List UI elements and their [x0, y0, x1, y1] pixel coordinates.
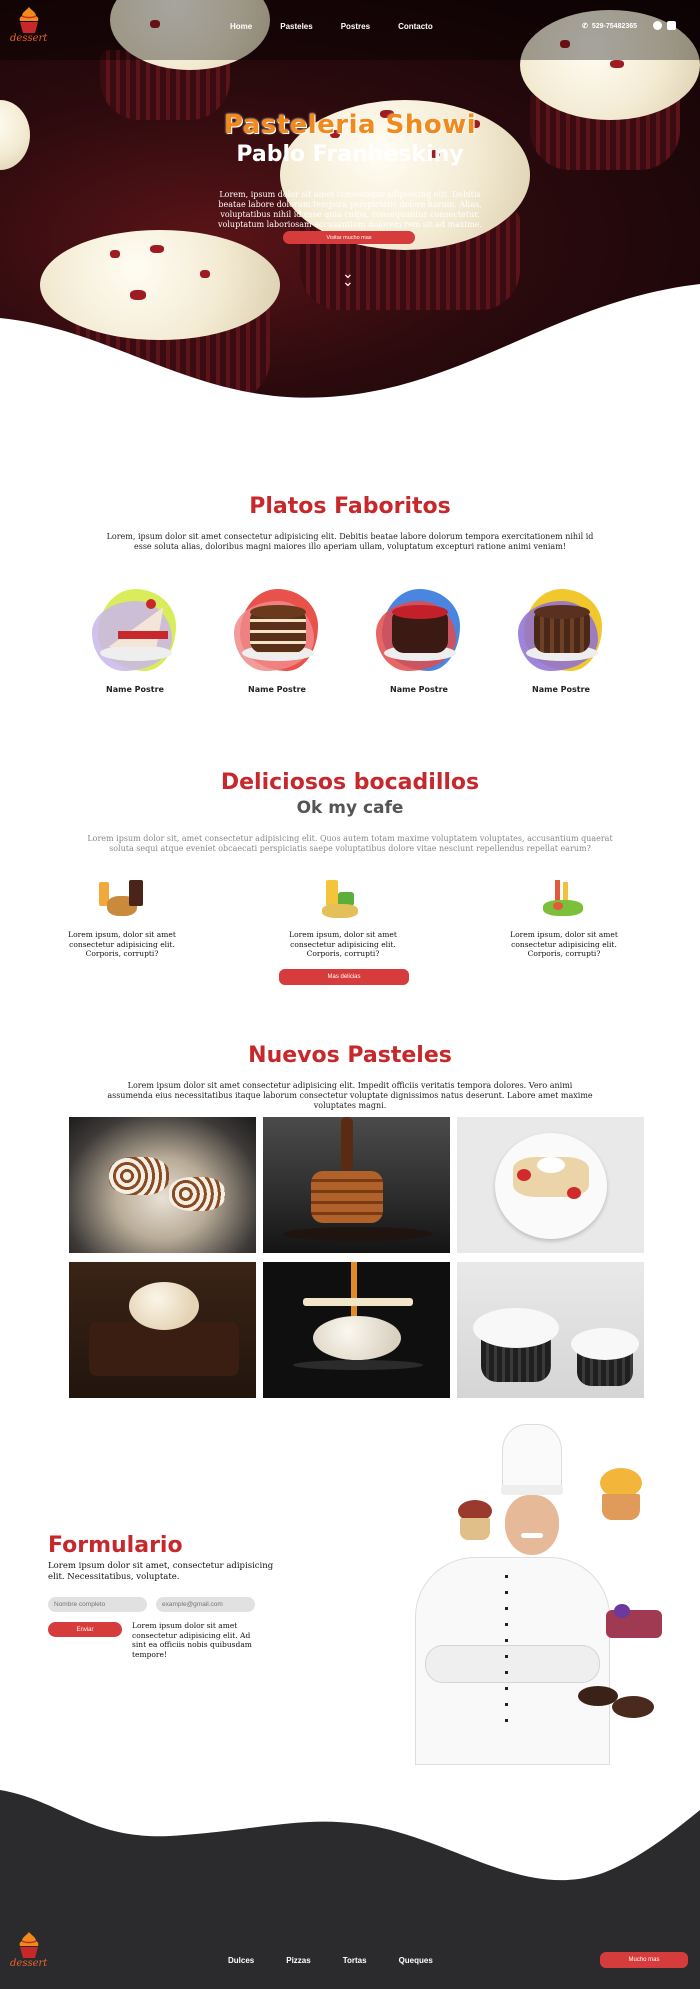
footer-link-dulces[interactable]: Dulces [228, 1956, 254, 1965]
gallery-image-brownie[interactable] [69, 1262, 256, 1398]
snack-item: Lorem ipsum, dolor sit amet consectetur … [494, 878, 634, 959]
fav-item-name: Name Postre [248, 685, 306, 694]
footer-link-pizzas[interactable]: Pizzas [286, 1956, 310, 1965]
form-title: Formulario [48, 1533, 183, 1558]
favoritos-text: Lorem, ipsum dolor sit amet consectetur … [106, 532, 594, 551]
gallery-image-pancakes[interactable] [263, 1117, 450, 1253]
cake-slice-illustration [604, 1600, 666, 1648]
fav-item-name: Name Postre [390, 685, 448, 694]
cupcake-illustration [452, 1500, 496, 1544]
form-text: Lorem ipsum dolor sit amet, consectetur … [48, 1561, 274, 1582]
dessert-image [90, 585, 180, 675]
snack-image [97, 878, 147, 922]
fav-item[interactable]: Name Postre [80, 585, 190, 694]
gallery-image-icecream[interactable] [263, 1262, 450, 1398]
hero-text: Lorem, ipsum dolor sit amet consectetur … [218, 190, 482, 229]
nav-postres[interactable]: Postres [341, 22, 370, 31]
cupcake-illustration [590, 1464, 652, 1524]
pasteles-title: Nuevos Pasteles [248, 1043, 452, 1068]
snack-image [539, 878, 589, 922]
snack-text: Lorem ipsum, dolor sit amet consectetur … [68, 930, 176, 958]
phone-contact[interactable]: ✆ 529-75482365 [582, 22, 637, 30]
nav-pasteles[interactable]: Pasteles [280, 22, 312, 31]
bocadillos-text: Lorem ipsum dolor sit, amet consectetur … [87, 834, 613, 853]
fav-item-name: Name Postre [106, 685, 164, 694]
instagram-icon[interactable] [667, 21, 676, 30]
hero-subtitle: Pablo Franheskiny [236, 142, 464, 167]
cookies-illustration [578, 1684, 658, 1730]
fav-item[interactable]: Name Postre [364, 585, 474, 694]
footer-link-queques[interactable]: Queques [399, 1956, 433, 1965]
phone-icon: ✆ [582, 23, 588, 30]
pasteles-text: Lorem ipsum dolor sit amet consectetur a… [107, 1081, 593, 1110]
gallery-image-roll[interactable] [69, 1117, 256, 1253]
dessert-image [374, 585, 464, 675]
hero-title: Pasteleria Showi [223, 110, 477, 140]
dessert-image [232, 585, 322, 675]
dessert-image [516, 585, 606, 675]
chevrons-down-icon[interactable]: ⌄ ⌄ [342, 267, 354, 289]
bocadillos-title: Deliciosos bocadillos [220, 770, 480, 795]
hero-visit-button[interactable]: Visitar mucho mas [283, 231, 415, 244]
snack-image [318, 878, 368, 922]
nav-contacto[interactable]: Contacto [398, 22, 433, 31]
gallery-image-crepes[interactable] [457, 1117, 644, 1253]
social-links [653, 21, 676, 30]
email-input[interactable] [156, 1597, 255, 1612]
main-nav: Home Pasteles Postres Contacto [230, 22, 433, 31]
fav-item[interactable]: Name Postre [222, 585, 332, 694]
footer-link-tortas[interactable]: Tortas [343, 1956, 367, 1965]
snack-item: Lorem ipsum, dolor sit amet consectetur … [273, 878, 413, 959]
footer-logo[interactable]: dessert [10, 1930, 47, 1969]
submit-button[interactable]: Enviar [48, 1622, 122, 1637]
gallery-image-cupcakes[interactable] [457, 1262, 644, 1398]
logo[interactable]: dessert [10, 5, 47, 44]
favoritos-title: Platos Faboritos [249, 494, 451, 519]
hero-section: dessert Home Pasteles Postres Contacto ✆… [0, 0, 700, 400]
snack-text: Lorem ipsum, dolor sit amet consectetur … [510, 930, 618, 958]
logo-cupcake-icon [19, 1932, 39, 1958]
facebook-icon[interactable] [653, 21, 662, 30]
phone-number: 529-75482365 [591, 23, 638, 30]
mas-delicias-button[interactable]: Mas delicias [279, 969, 409, 985]
name-input[interactable] [48, 1597, 147, 1612]
footer-logo-text: dessert [10, 1958, 48, 1969]
fav-item[interactable]: Name Postre [506, 585, 616, 694]
fav-item-name: Name Postre [532, 685, 590, 694]
snack-text: Lorem ipsum, dolor sit amet consectetur … [289, 930, 397, 958]
snack-item: Lorem ipsum, dolor sit amet consectetur … [52, 878, 192, 959]
footer-nav: Dulces Pizzas Tortas Queques [228, 1956, 433, 1965]
logo-text: dessert [10, 33, 48, 44]
bocadillos-subtitle: Ok my cafe [296, 798, 404, 818]
nav-home[interactable]: Home [230, 22, 252, 31]
logo-cupcake-icon [19, 7, 39, 33]
form-side-text: Lorem ipsum dolor sit amet consectetur a… [132, 1621, 252, 1659]
footer-mucho-mas-button[interactable]: Mucho mas [600, 1952, 688, 1968]
